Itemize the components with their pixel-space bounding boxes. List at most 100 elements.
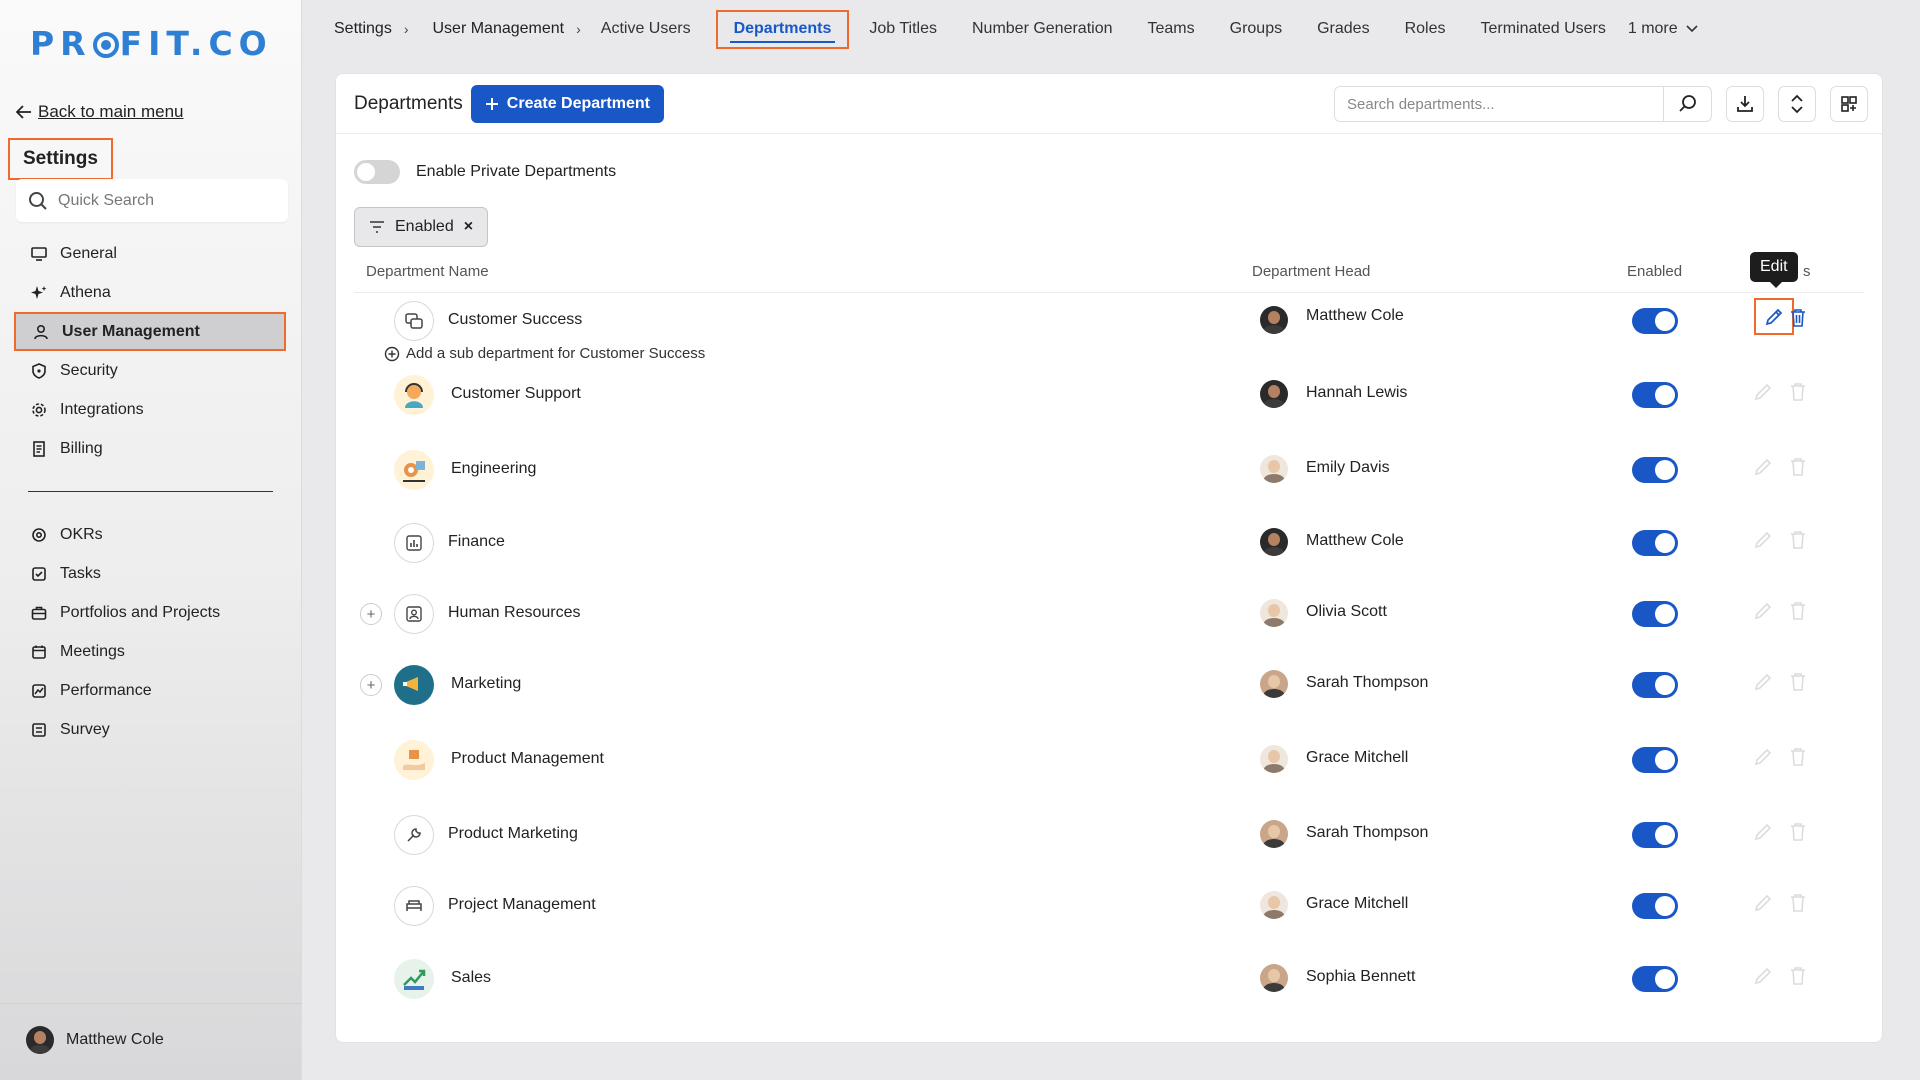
edit-button[interactable] [1753,457,1773,482]
expand-row-button[interactable]: + [360,674,382,696]
edit-button[interactable] [1753,382,1773,407]
expand-row-button[interactable]: + [360,603,382,625]
sidebar-item-portfolios-and-projects[interactable]: Portfolios and Projects [14,593,286,632]
enabled-toggle[interactable] [1632,672,1678,698]
quick-search-input[interactable]: Quick Search [16,179,288,222]
enabled-toggle[interactable] [1632,893,1678,919]
calendar-icon [30,643,48,661]
table-row[interactable]: Project Management Grace Mitchell [336,881,1882,931]
delete-button[interactable] [1789,457,1807,482]
sidebar-item-tasks[interactable]: Tasks [14,554,286,593]
department-name[interactable]: Engineering [451,460,536,478]
delete-button[interactable] [1789,747,1807,772]
column-settings-button[interactable] [1830,86,1868,122]
expand-collapse-button[interactable] [1778,86,1816,122]
delete-button[interactable] [1789,893,1807,918]
sidebar-item-label: Security [60,361,118,379]
sidebar-item-okrs[interactable]: OKRs [14,515,286,554]
avatar [1260,670,1288,698]
enabled-toggle[interactable] [1632,966,1678,992]
enabled-toggle[interactable] [1632,822,1678,848]
breadcrumb-settings[interactable]: Settings [334,20,392,38]
breadcrumb-user-management[interactable]: User Management [432,20,564,38]
avatar [1260,891,1288,919]
enabled-toggle[interactable] [1632,601,1678,627]
table-row[interactable]: Sales Sophia Bennett [336,954,1882,1004]
enabled-toggle[interactable] [1632,747,1678,773]
user-profile[interactable]: Matthew Cole [26,1026,164,1054]
edit-button[interactable] [1753,672,1773,697]
delete-button[interactable] [1789,382,1807,407]
tab-terminated-users[interactable]: Terminated Users [1480,20,1605,38]
download-button[interactable] [1726,86,1764,122]
edit-button[interactable] [1753,601,1773,626]
edit-button[interactable] [1753,822,1773,847]
sidebar-item-integrations[interactable]: Integrations [14,390,286,429]
tab-more-dropdown[interactable]: 1 more [1628,20,1698,38]
delete-button[interactable] [1789,530,1807,555]
department-name[interactable]: Finance [448,533,505,551]
table-row[interactable]: + Marketing Sarah Thompson [336,660,1882,710]
search-button[interactable] [1663,87,1711,121]
sidebar-item-performance[interactable]: Performance [14,671,286,710]
enabled-filter-chip[interactable]: Enabled × [354,207,489,247]
delete-button[interactable] [1789,672,1807,697]
table-row[interactable]: Engineering Emily Davis [336,445,1882,495]
edit-button[interactable] [1754,298,1794,335]
enabled-toggle[interactable] [1632,530,1678,556]
department-name[interactable]: Project Management [448,896,596,914]
tab-teams[interactable]: Teams [1148,20,1195,38]
private-departments-toggle[interactable] [354,160,400,184]
sidebar-item-meetings[interactable]: Meetings [14,632,286,671]
close-icon[interactable]: × [464,218,473,236]
delete-button[interactable] [1789,966,1807,991]
table-row[interactable]: Customer Support Hannah Lewis [336,370,1882,420]
edit-button[interactable] [1753,893,1773,918]
table-row[interactable]: Product Management Grace Mitchell [336,735,1882,785]
tab-departments[interactable]: Departments [715,9,850,49]
edit-button[interactable] [1753,966,1773,991]
department-head-name: Grace Mitchell [1306,895,1409,912]
tab-grades[interactable]: Grades [1317,20,1369,38]
tab-active-users[interactable]: Active Users [601,20,691,38]
department-name[interactable]: Product Marketing [448,825,578,843]
enabled-toggle[interactable] [1632,382,1678,408]
delete-button[interactable] [1789,822,1807,847]
profitco-logo[interactable]: PR FIT.CO [30,24,273,63]
department-name[interactable]: Sales [451,969,491,987]
department-search-input[interactable] [1335,87,1663,121]
table-row[interactable]: Product Marketing Sarah Thompson [336,810,1882,860]
sidebar-item-general[interactable]: General [14,234,286,273]
chevron-down-icon [1686,25,1698,33]
sidebar-item-security[interactable]: Security [14,351,286,390]
tab-number-generation[interactable]: Number Generation [972,20,1113,38]
delete-button[interactable] [1789,601,1807,626]
sidebar-item-athena[interactable]: Athena [14,273,286,312]
enabled-toggle[interactable] [1632,308,1678,334]
tab-job-titles[interactable]: Job Titles [869,20,937,38]
department-name[interactable]: Marketing [451,675,521,693]
department-name[interactable]: Product Management [451,750,604,768]
avatar [1260,745,1288,773]
back-to-main-menu-link[interactable]: Back to main menu [16,102,184,122]
table-row[interactable]: Finance Matthew Cole [336,518,1882,568]
pencil-icon [1754,748,1772,766]
create-department-button[interactable]: Create Department [470,84,664,123]
department-name[interactable]: Customer Support [451,385,581,403]
tab-groups[interactable]: Groups [1230,20,1282,38]
sidebar-item-user-management[interactable]: User Management [14,312,286,351]
table-row[interactable]: + Human Resources Olivia Scott [336,589,1882,639]
trash-icon [1791,673,1805,691]
delete-button[interactable] [1789,308,1807,333]
table-row[interactable]: Customer Success Matthew Cole [336,296,1882,346]
department-name[interactable]: Human Resources [448,604,581,622]
sidebar-item-survey[interactable]: Survey [14,710,286,749]
department-name[interactable]: Customer Success [448,311,582,329]
add-sub-department-link[interactable]: Add a sub department for Customer Succes… [384,345,705,362]
edit-button[interactable] [1753,747,1773,772]
bar-chart-icon [394,523,434,563]
enabled-toggle[interactable] [1632,457,1678,483]
edit-button[interactable] [1753,530,1773,555]
tab-roles[interactable]: Roles [1405,20,1446,38]
sidebar-item-billing[interactable]: Billing [14,429,286,468]
